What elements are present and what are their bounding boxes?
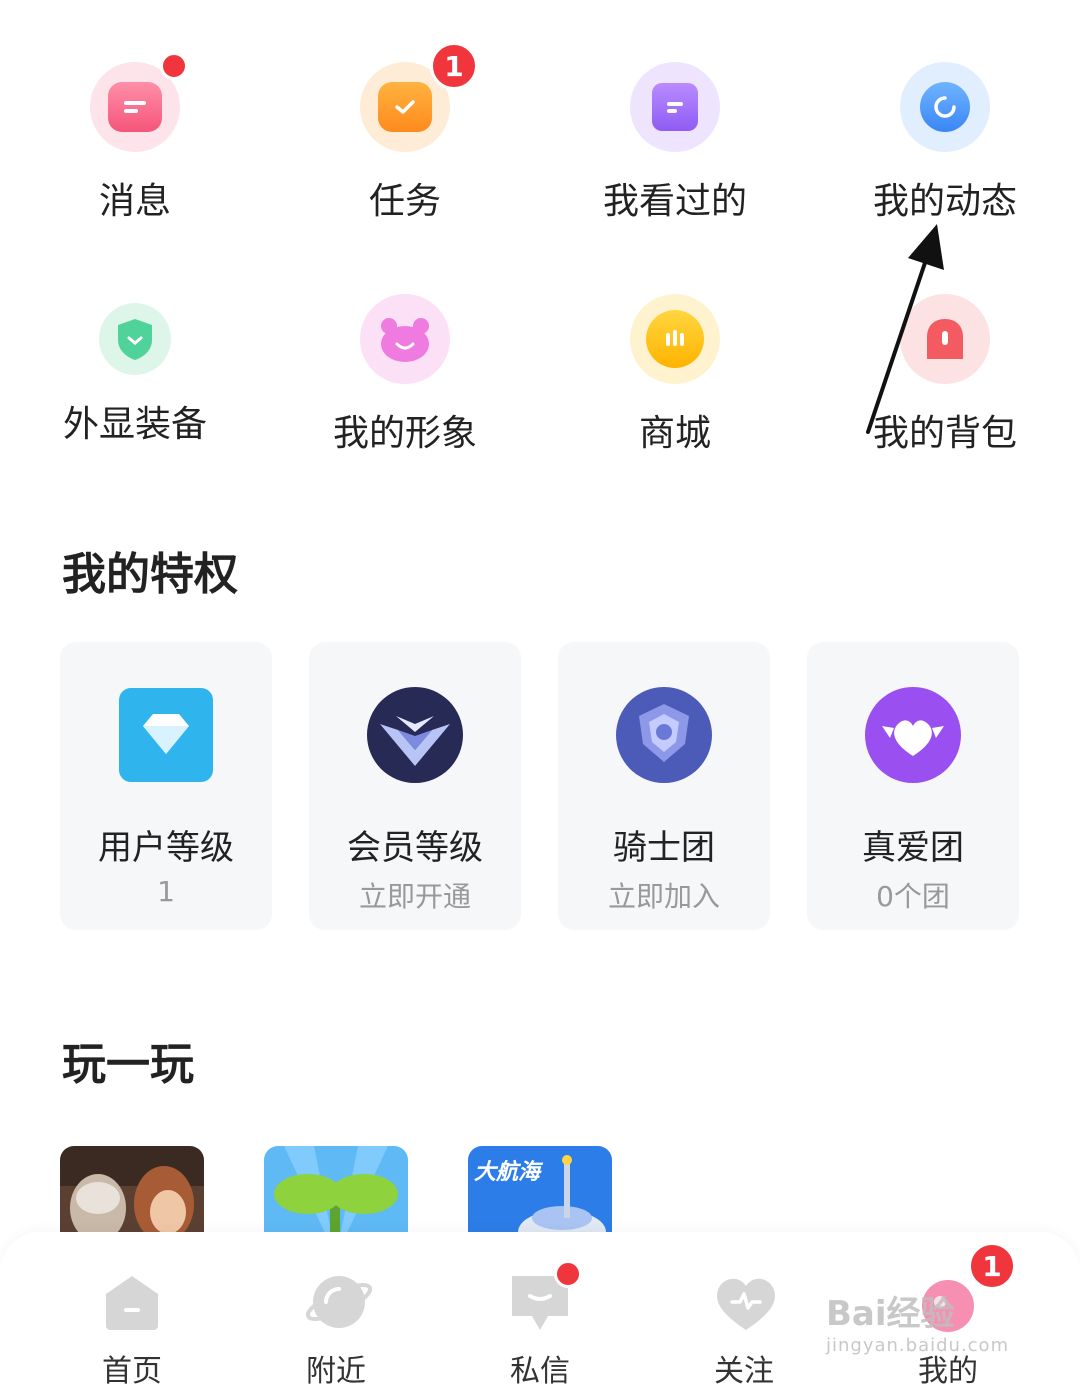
privilege-card-knights[interactable]: 骑士团 立即加入 [558, 642, 770, 930]
grid-item-avatar[interactable]: 我的形象 [305, 294, 505, 456]
privilege-card-vip[interactable]: 会员等级 立即开通 [309, 642, 521, 930]
avatar-bear-icon [360, 294, 450, 384]
profile-badge: 1 [968, 1242, 1016, 1290]
grid-label: 我的形象 [332, 413, 477, 454]
moments-icon [900, 62, 990, 152]
tab-label: 关注 [714, 1354, 774, 1389]
task-badge: 1 [430, 42, 478, 90]
tab-messages[interactable]: 私信 [470, 1260, 610, 1390]
grid-item-tasks[interactable]: 1 任务 [305, 42, 505, 224]
privilege-title: 用户等级 [98, 828, 234, 868]
grid-label: 我看过的 [602, 181, 747, 222]
history-icon [630, 62, 720, 152]
tab-home[interactable]: 首页 [62, 1272, 202, 1390]
privilege-sub: 立即开通 [358, 880, 471, 913]
tab-following[interactable]: 关注 [674, 1272, 814, 1390]
play-title: 玩一玩 [62, 1039, 194, 1090]
privilege-title: 会员等级 [347, 828, 483, 868]
chat-icon [508, 1260, 582, 1332]
game-title: 大航海 [474, 1160, 541, 1185]
grid-label: 任务 [368, 181, 441, 222]
shield-icon [99, 303, 171, 375]
tab-nearby[interactable]: 附近 [266, 1272, 406, 1390]
privileges-title: 我的特权 [62, 549, 238, 600]
grid-label: 消息 [98, 181, 171, 222]
knight-shield-icon [615, 686, 713, 784]
grid-label: 商城 [638, 413, 711, 454]
privilege-title: 骑士团 [613, 828, 715, 868]
annotation-arrow [866, 224, 944, 434]
privilege-card-true-love[interactable]: 真爱团 0个团 [807, 642, 1019, 930]
tab-label: 附近 [306, 1354, 366, 1389]
shop-icon [630, 294, 720, 384]
grid-item-moments[interactable]: 我的动态 [845, 62, 1045, 224]
baidu-watermark: Bai经验 jingyan.baidu.com [826, 1286, 1009, 1356]
notification-dot [160, 52, 188, 80]
heart-pulse-icon [712, 1272, 776, 1332]
privilege-sub: 1 [157, 875, 175, 908]
grid-label: 外显装备 [62, 404, 207, 445]
tab-label: 私信 [510, 1354, 570, 1389]
privilege-card-user-level[interactable]: 用户等级 1 [60, 642, 272, 930]
privilege-title: 真爱团 [862, 828, 964, 868]
watermark-sub: jingyan.baidu.com [826, 1335, 1010, 1356]
planet-icon [304, 1272, 373, 1332]
chat-notification-dot [554, 1260, 582, 1288]
grid-item-outfit[interactable]: 外显装备 [35, 294, 235, 447]
watermark-main: Bai经验 [826, 1294, 955, 1334]
task-icon: 1 [360, 42, 478, 152]
grid-item-shop[interactable]: 商城 [575, 294, 775, 456]
diamond-icon [117, 686, 215, 784]
tab-label: 首页 [102, 1354, 162, 1389]
privilege-sub: 立即加入 [607, 880, 720, 913]
grid-item-messages[interactable]: 消息 [35, 52, 235, 224]
grid-item-history[interactable]: 我看过的 [575, 62, 775, 224]
heart-wings-icon [864, 686, 962, 784]
message-icon [90, 52, 188, 152]
privilege-sub: 0个团 [876, 880, 950, 913]
home-icon [100, 1272, 164, 1332]
vip-wings-icon [366, 686, 464, 784]
